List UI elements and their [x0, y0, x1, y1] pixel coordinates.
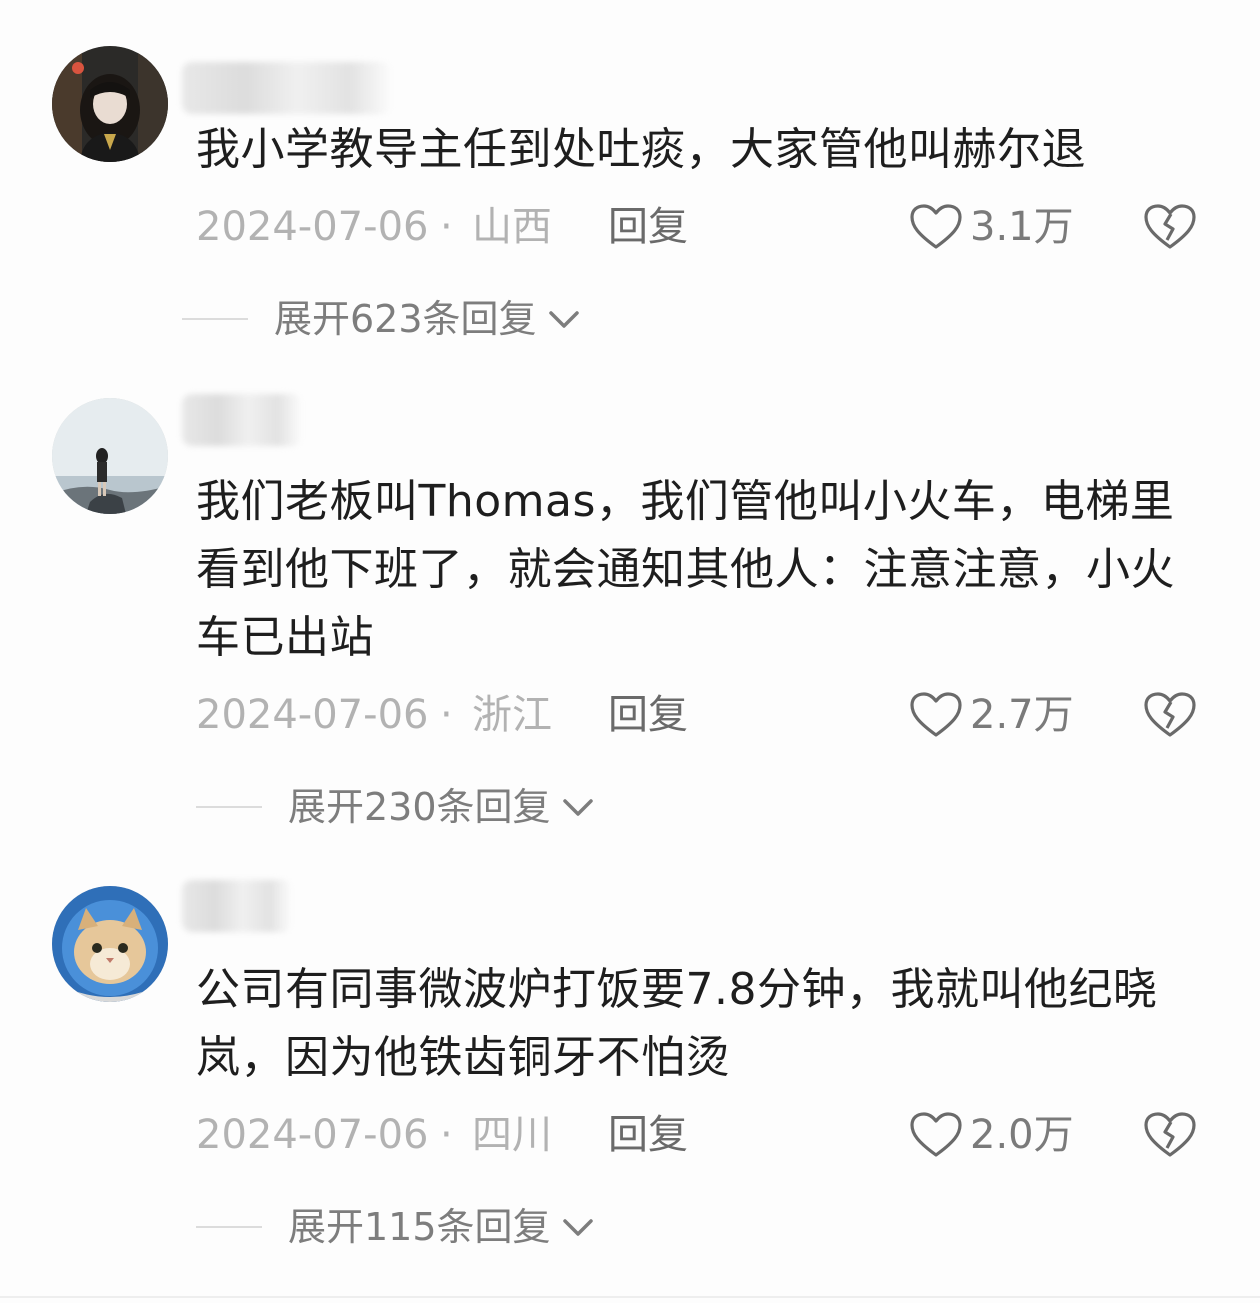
- comment-location: 浙江: [472, 692, 552, 738]
- divider: [182, 318, 248, 320]
- chevron-down-icon: [562, 799, 593, 816]
- like-button[interactable]: 3.1万: [908, 202, 1074, 252]
- like-button[interactable]: 2.0万: [908, 1110, 1074, 1160]
- comment-date: 2024-07-06: [196, 692, 429, 738]
- avatar[interactable]: [52, 46, 168, 162]
- comment-location: 山西: [472, 204, 552, 250]
- comment-location: 四川: [472, 1112, 552, 1158]
- expand-replies-label: 展开115条回复: [288, 1205, 551, 1249]
- reply-button[interactable]: 回复: [608, 1110, 688, 1160]
- broken-heart-icon: [1144, 1112, 1196, 1157]
- comment-text: 公司有同事微波炉打饭要7.8分钟，我就叫他纪晓岚，因为他铁齿铜牙不怕烫: [196, 964, 1158, 1083]
- bottom-divider: [0, 1296, 1260, 1298]
- comment-date: 2024-07-06: [196, 1112, 429, 1158]
- expand-replies[interactable]: 展开623条回复: [182, 294, 583, 344]
- expand-replies[interactable]: 展开115条回复: [196, 1202, 597, 1252]
- comment-date: 2024-07-06: [196, 204, 429, 250]
- avatar[interactable]: [52, 886, 168, 1002]
- avatar[interactable]: [52, 398, 168, 514]
- dislike-button[interactable]: [1142, 202, 1198, 252]
- expand-replies-label: 展开230条回复: [288, 785, 551, 829]
- meta-separator: ·: [440, 204, 453, 250]
- username-blurred[interactable]: [182, 62, 392, 114]
- like-count: 3.1万: [970, 204, 1074, 250]
- username-blurred[interactable]: [182, 880, 292, 932]
- comment-text: 我小学教导主任到处吐痰，大家管他叫赫尔退: [196, 124, 1086, 175]
- expand-replies-label: 展开623条回复: [274, 297, 537, 341]
- divider: [196, 1226, 262, 1228]
- dislike-button[interactable]: [1142, 690, 1198, 740]
- chevron-down-icon: [562, 1219, 593, 1236]
- like-button[interactable]: 2.7万: [908, 690, 1074, 740]
- comment-text: 我们老板叫Thomas，我们管他叫小火车，电梯里看到他下班了，就会通知其他人：注…: [196, 476, 1175, 663]
- heart-outline-icon: [910, 692, 962, 737]
- divider: [196, 806, 262, 808]
- meta-separator: ·: [440, 692, 453, 738]
- like-count: 2.0万: [970, 1112, 1074, 1158]
- like-count: 2.7万: [970, 692, 1074, 738]
- heart-outline-icon: [910, 204, 962, 249]
- broken-heart-icon: [1144, 204, 1196, 249]
- broken-heart-icon: [1144, 692, 1196, 737]
- reply-button[interactable]: 回复: [608, 202, 688, 252]
- reply-button[interactable]: 回复: [608, 690, 688, 740]
- dislike-button[interactable]: [1142, 1110, 1198, 1160]
- meta-separator: ·: [440, 1112, 453, 1158]
- expand-replies[interactable]: 展开230条回复: [196, 782, 597, 832]
- username-blurred[interactable]: [182, 394, 302, 446]
- heart-outline-icon: [910, 1112, 962, 1157]
- chevron-down-icon: [548, 311, 579, 328]
